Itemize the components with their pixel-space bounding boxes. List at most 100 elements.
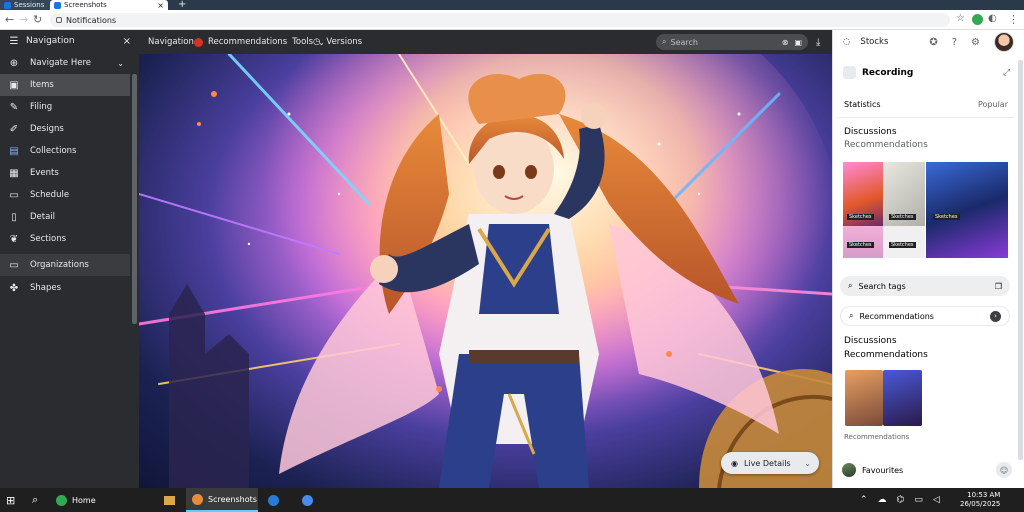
tab-label: Screenshots (64, 1, 107, 9)
extension-icon[interactable] (972, 14, 983, 25)
sidebar-item[interactable]: ▭ Organizations (0, 254, 130, 276)
brush-icon: ✐ (9, 123, 19, 135)
versions-label: Versions (326, 37, 363, 47)
favourites-row[interactable]: Favourites ☺ (842, 462, 1012, 478)
avatar[interactable] (994, 32, 1014, 52)
url-field[interactable]: Notifications (50, 13, 950, 27)
sidebar-item[interactable]: ❦ Sections (0, 228, 130, 250)
tab-favicon-icon (4, 1, 11, 9)
volume-icon: ◁ (932, 495, 940, 505)
close-sidebar-button[interactable]: × (123, 36, 131, 47)
taskbar-clock[interactable]: 10:53 AM 26/05/2025 (960, 491, 1000, 509)
footer-label: Favourites (862, 465, 904, 475)
reload-icon[interactable]: ↻ (33, 13, 42, 26)
tags-dropdown[interactable]: Recommendations Tools ⌄ (194, 37, 325, 47)
site-info-icon[interactable] (56, 17, 62, 23)
sidebar-item[interactable]: ▦ Events (0, 162, 130, 184)
card-title: Discussions (844, 336, 897, 346)
help-icon[interactable]: ? (952, 37, 957, 48)
recommendations-row[interactable]: ⌕ Recommendations › (840, 306, 1010, 326)
browser-tab-active[interactable]: Screenshots × (50, 0, 168, 10)
search-tags-input[interactable]: ⌕ Search tags ❐ (840, 276, 1010, 296)
thumbnail-label: Sketches (847, 214, 874, 220)
sidebar-item[interactable]: ▤ Collections (0, 140, 130, 162)
panel-section-header: Recording ⤢ (843, 66, 1010, 79)
address-bar-row: ← → ↻ Notifications ☆ ◐ ⋮ (0, 10, 1024, 30)
taskbar-app[interactable] (302, 488, 313, 512)
sidebar-item[interactable]: ✐ Designs (0, 118, 130, 140)
sidebar-item[interactable]: ✤ Shapes (0, 277, 130, 299)
card-subtitle: Recommendations (844, 140, 928, 150)
sidebar-item-label: Sections (30, 234, 67, 244)
refresh-icon[interactable]: ◌ (843, 37, 850, 47)
thumbnail-grid: Sketches Sketches Sketches Sketches Sket… (843, 162, 1008, 258)
thumbnail[interactable] (845, 370, 883, 426)
new-tab-button[interactable]: + (178, 0, 186, 10)
clock-time: 10:53 AM (967, 491, 1001, 499)
tab-favicon-icon (54, 1, 61, 9)
bookmark-icon: ❦ (9, 233, 19, 245)
live-details-button[interactable]: ◉ Live Details ⌄ (721, 452, 819, 474)
folder-icon: ▭ (9, 259, 19, 271)
app-icon (192, 493, 203, 505)
taskbar-app[interactable] (268, 488, 279, 512)
chrome-icon (302, 494, 313, 506)
arrow-right-icon[interactable]: › (990, 310, 1001, 322)
puzzle-icon: ✤ (9, 282, 19, 294)
sidebar-item-label: Collections (30, 146, 77, 156)
toolbar-title: Navigation (148, 37, 194, 47)
download-icon[interactable]: ⤓ (816, 37, 820, 48)
info-icon: ◉ (731, 458, 738, 468)
bell-icon[interactable]: ✪ (929, 37, 937, 48)
thumbnail-label: Sketches (847, 242, 874, 248)
panel-scrollbar[interactable] (1018, 60, 1023, 460)
avatar (842, 463, 856, 477)
tools-label: Tools (292, 37, 314, 47)
sort-row[interactable]: Statistics Popular (844, 100, 1008, 109)
browser-tab-strip: Sessions Screenshots × + (0, 0, 1024, 10)
taskbar-app[interactable] (164, 488, 175, 512)
browser-tab[interactable]: Sessions (0, 0, 50, 10)
tab-close-icon[interactable]: × (157, 1, 164, 10)
viewer-toolbar: Navigation Recommendations Tools ⌄ ◷ Ver… (139, 30, 832, 54)
system-tray[interactable]: ⌃ ☁ ⌬ ▭ ◁ (860, 488, 940, 512)
search-placeholder: Search (670, 37, 698, 47)
back-icon[interactable]: ← (5, 13, 14, 26)
copy-icon[interactable]: ❐ (995, 282, 1002, 291)
panel-header: ◌ Stocks ✪ ? ⚙ (833, 30, 1024, 54)
taskbar-app-active[interactable]: Screenshots (186, 488, 258, 512)
taskbar-app[interactable]: Home (56, 488, 96, 512)
image-viewer[interactable]: ◉ Live Details ⌄ (139, 54, 832, 488)
settings-icon[interactable]: ⚙ (971, 37, 980, 48)
thumbnail[interactable] (926, 162, 1008, 258)
search-icon: ⌕ (849, 311, 854, 320)
chevron-up-icon: ⌃ (860, 495, 868, 505)
sidebar-item-active[interactable]: ▣ Items (0, 74, 130, 96)
sidebar-item-label: Detail (30, 212, 56, 222)
sidebar-item[interactable]: ▯ Detail (0, 206, 130, 228)
sidebar-scrollbar[interactable] (132, 74, 137, 324)
start-button[interactable]: ⊞ (6, 488, 15, 512)
viewer-search-input[interactable]: ⌕ Search ⊗ ▣ (656, 34, 808, 50)
taskbar-app-label: Home (72, 495, 96, 505)
bookmark-star-icon[interactable]: ☆ (956, 13, 965, 24)
camera-icon[interactable]: ▣ (794, 38, 802, 47)
sidebar-item[interactable]: ⊕ Navigate Here ⌄ (0, 52, 130, 74)
hamburger-icon[interactable]: ☰ (8, 35, 20, 47)
smile-icon[interactable]: ☺ (996, 462, 1012, 478)
sidebar-item[interactable]: ✎ Filing (0, 96, 130, 118)
forward-icon[interactable]: → (19, 13, 28, 26)
search-button[interactable]: ⌕ (32, 488, 38, 512)
thumbnail[interactable] (883, 370, 922, 426)
search-icon: ⌕ (662, 37, 667, 46)
versions-button[interactable]: ◷ Versions (313, 37, 362, 47)
clock-icon: ◷ (313, 37, 321, 47)
calendar-icon: ▦ (9, 167, 19, 179)
menu-icon[interactable]: ⋮ (1008, 13, 1019, 26)
sidebar-item-label: Filing (30, 102, 53, 112)
clear-icon[interactable]: ⊗ (782, 38, 789, 47)
card-caption: Recommendations (844, 433, 910, 441)
profile-icon[interactable]: ◐ (988, 13, 997, 24)
expand-icon[interactable]: ⤢ (1003, 68, 1010, 78)
sidebar-item[interactable]: ▭ Schedule (0, 184, 130, 206)
